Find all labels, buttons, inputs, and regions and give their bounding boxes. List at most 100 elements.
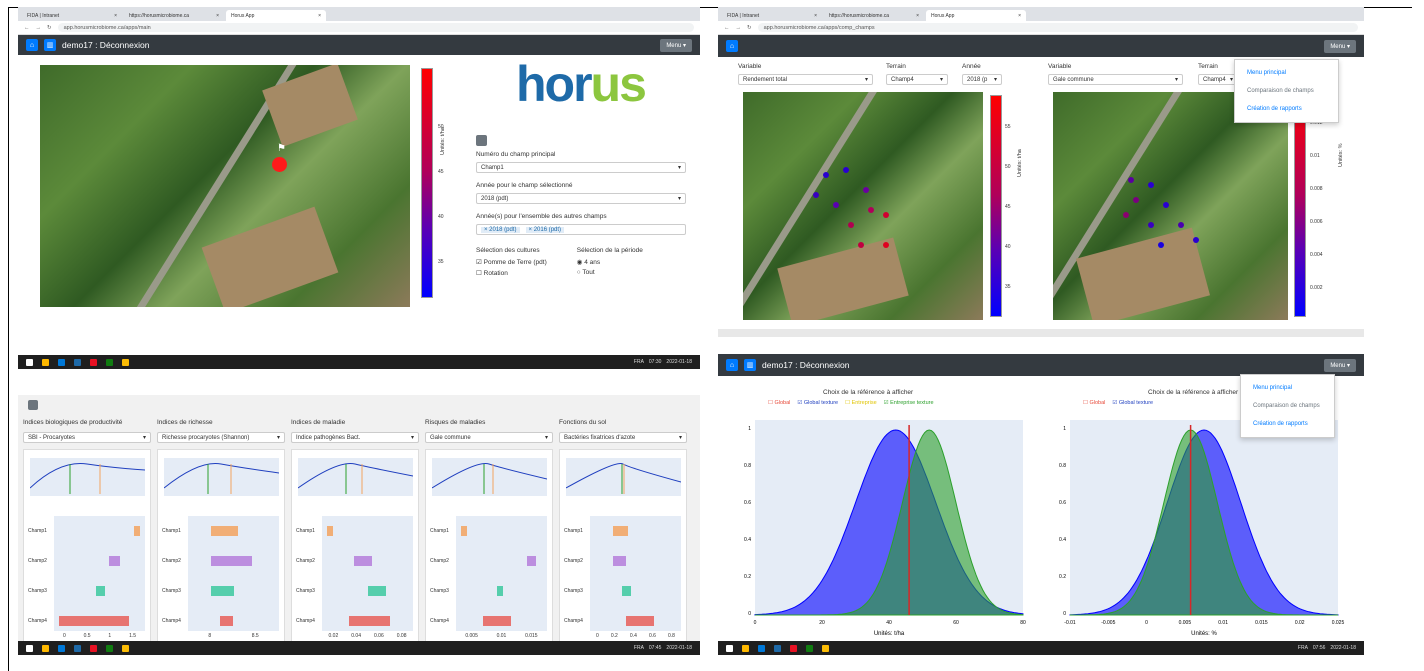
chip[interactable]: × 2018 (pdt): [481, 226, 520, 233]
box[interactable]: [621, 586, 631, 596]
variable-select-1[interactable]: Rendement total ▾: [738, 74, 873, 85]
density-plot[interactable]: [297, 458, 414, 496]
sample-point[interactable]: [843, 167, 849, 173]
back-icon[interactable]: ←: [24, 25, 30, 31]
chip[interactable]: × 2016 (pdt): [525, 226, 565, 233]
sample-point[interactable]: [1123, 212, 1129, 218]
box[interactable]: [460, 526, 467, 536]
density-plot[interactable]: [431, 458, 548, 496]
back-icon[interactable]: ←: [724, 25, 730, 31]
app-icon[interactable]: [790, 644, 797, 652]
boxplot[interactable]: Champ1 Champ2 Champ3 Champ4: [296, 516, 413, 631]
menu-item-rapports[interactable]: Création de rapports: [1235, 100, 1338, 118]
app-icon[interactable]: [58, 644, 65, 652]
app-icon[interactable]: [74, 358, 81, 366]
periode-radio-1[interactable]: ◉ 4 ans: [577, 258, 643, 266]
sample-point[interactable]: [1148, 182, 1154, 188]
windows-icon[interactable]: [726, 644, 733, 652]
menu-button[interactable]: Menu ▾: [1324, 358, 1356, 372]
chrome-icon[interactable]: [122, 644, 129, 652]
browser-tab[interactable]: FIDA | Intranet ×: [722, 10, 822, 21]
browser-tab-active[interactable]: Horus App ×: [926, 10, 1026, 21]
column-select[interactable]: Gale commune ▾: [425, 432, 553, 443]
sample-point[interactable]: [813, 192, 819, 198]
box[interactable]: [612, 526, 629, 536]
folder-icon[interactable]: [742, 644, 749, 652]
menu-button[interactable]: Menu ▾: [660, 38, 692, 52]
app-icon[interactable]: [806, 644, 813, 652]
browser-tab[interactable]: https://horusmicrobiome.ca ×: [124, 10, 224, 21]
satellite-map-1[interactable]: [743, 92, 983, 320]
browser-tab[interactable]: FIDA | Intranet ×: [22, 10, 122, 21]
settings-icon[interactable]: [476, 135, 487, 146]
box[interactable]: [626, 616, 654, 626]
box[interactable]: [134, 526, 140, 536]
url-input[interactable]: app.horusmicrobiome.ca/apps/comp_champs: [757, 23, 1358, 32]
column-select[interactable]: Richesse procaryotes (Shannon) ▾: [157, 432, 285, 443]
legend-global[interactable]: ☐ Global: [1083, 400, 1105, 406]
nav-title[interactable]: demo17 : Déconnexion: [62, 40, 149, 50]
app-icon[interactable]: [758, 644, 765, 652]
reload-icon[interactable]: ↻: [747, 25, 752, 31]
folder-icon[interactable]: [42, 644, 49, 652]
box[interactable]: [210, 526, 239, 536]
windows-icon[interactable]: [26, 358, 33, 366]
reload-icon[interactable]: ↻: [47, 25, 52, 31]
sample-point[interactable]: [1133, 197, 1139, 203]
app-icon[interactable]: [774, 644, 781, 652]
legend-global[interactable]: ☐ Global: [768, 400, 790, 406]
box[interactable]: [219, 616, 234, 626]
box[interactable]: [526, 556, 537, 566]
sample-point[interactable]: [863, 187, 869, 193]
terrain-select-1[interactable]: Champ4 ▾: [886, 74, 948, 85]
box[interactable]: [326, 526, 333, 536]
terrain-select-2[interactable]: Champ4 ▾: [1198, 74, 1238, 85]
sample-point[interactable]: [833, 202, 839, 208]
menu-item-rapports[interactable]: Création de rapports: [1241, 415, 1334, 433]
annee-select-1[interactable]: 2018 (p ▾: [962, 74, 1002, 85]
champ-select[interactable]: Champ1 ▾: [476, 162, 686, 173]
box[interactable]: [367, 586, 386, 596]
home-icon[interactable]: ⌂: [726, 359, 738, 371]
chart-icon[interactable]: ▥: [744, 359, 756, 371]
legend-global-texture[interactable]: ☑ Global texture: [797, 400, 838, 406]
chrome-icon[interactable]: [822, 644, 829, 652]
box[interactable]: [349, 616, 391, 626]
app-icon[interactable]: [90, 644, 97, 652]
boxplot[interactable]: Champ1 Champ2 Champ3 Champ4: [162, 516, 279, 631]
legend-entreprise[interactable]: ☐ Entreprise: [845, 400, 877, 406]
sample-point[interactable]: [858, 242, 864, 248]
box[interactable]: [483, 616, 511, 626]
box[interactable]: [353, 556, 373, 566]
autres-multiselect[interactable]: × 2018 (pdt) × 2016 (pdt): [476, 224, 686, 235]
home-icon[interactable]: ⌂: [726, 40, 738, 52]
app-icon[interactable]: [58, 358, 65, 366]
boxplot[interactable]: Champ1 Champ2 Champ3 Champ4: [430, 516, 547, 631]
column-select[interactable]: SBI - Procaryotes ▾: [23, 432, 151, 443]
cult-checkbox-1[interactable]: ☑ Pomme de Terre (pdt): [476, 258, 547, 266]
app-icon[interactable]: [90, 358, 97, 366]
sample-point[interactable]: [1128, 177, 1134, 183]
menu-item-comparaison[interactable]: Comparaison de champs: [1241, 397, 1334, 415]
distribution-chart-2[interactable]: -0.01 -0.005 0 0.005 0.01 0.015 0.02 0.025 1 0.8 0…: [1048, 410, 1348, 640]
menu-item-principal[interactable]: Menu principal: [1241, 379, 1334, 397]
periode-radio-2[interactable]: ○ Tout: [577, 269, 643, 276]
chrome-icon[interactable]: [122, 358, 129, 366]
nav-title[interactable]: demo17 : Déconnexion: [762, 360, 849, 370]
box[interactable]: [210, 586, 234, 596]
box[interactable]: [496, 586, 504, 596]
chart-icon[interactable]: ▥: [44, 39, 56, 51]
cult-checkbox-2[interactable]: ☐ Rotation: [476, 269, 547, 277]
app-icon[interactable]: [74, 644, 81, 652]
home-icon[interactable]: ⌂: [26, 39, 38, 51]
box[interactable]: [108, 556, 120, 566]
browser-tab-active[interactable]: Horus App ×: [226, 10, 326, 21]
box[interactable]: [210, 556, 252, 566]
variable-select-2[interactable]: Gale commune ▾: [1048, 74, 1183, 85]
app-icon[interactable]: [106, 358, 113, 366]
app-icon[interactable]: [106, 644, 113, 652]
forward-icon[interactable]: →: [736, 25, 742, 31]
sample-point[interactable]: [883, 242, 889, 248]
density-plot[interactable]: [163, 458, 280, 496]
folder-icon[interactable]: [42, 358, 49, 366]
